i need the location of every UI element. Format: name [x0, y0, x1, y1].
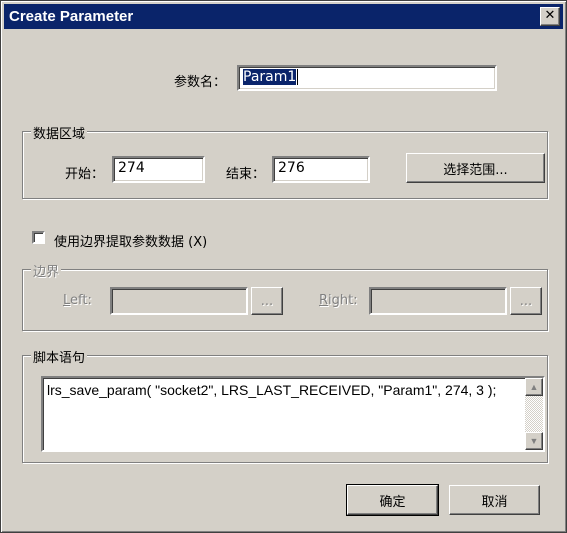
window-title: Create Parameter: [9, 8, 134, 25]
start-input[interactable]: 274: [112, 156, 205, 183]
right-browse-button: ...: [510, 287, 542, 315]
close-button[interactable]: ✕: [540, 7, 560, 26]
script-textarea[interactable]: lrs_save_param( "socket2", LRS_LAST_RECE…: [41, 376, 545, 452]
scroll-down-button[interactable]: ▼: [525, 432, 543, 450]
script-title: 脚本语句: [31, 347, 88, 366]
left-input: [110, 287, 248, 315]
scroll-down-arrow-icon: ▼: [529, 436, 539, 446]
scroll-up-button[interactable]: ▲: [525, 378, 543, 396]
script-text: lrs_save_param( "socket2", LRS_LAST_RECE…: [47, 382, 497, 398]
title-bar[interactable]: Create Parameter ✕: [4, 4, 563, 29]
ok-button[interactable]: 确定: [346, 484, 439, 516]
left-browse-button: ...: [251, 287, 283, 315]
start-label: 开始：: [65, 167, 105, 182]
end-input[interactable]: 276: [272, 156, 370, 183]
end-label: 结束：: [226, 167, 266, 182]
left-label-text: eft:: [70, 293, 92, 308]
use-boundary-label[interactable]: 使用边界提取参数数据 (X): [54, 231, 207, 250]
start-value: 274: [118, 160, 145, 176]
param-name-label: 参数名：: [174, 75, 227, 90]
cancel-button[interactable]: 取消: [449, 485, 540, 515]
select-range-button[interactable]: 选择范围...: [406, 153, 545, 183]
right-input: [369, 287, 507, 315]
param-name-input[interactable]: Param1: [237, 65, 497, 91]
param-name-value: Param1: [243, 69, 297, 85]
boundary-title: 边界: [31, 261, 62, 280]
right-label-text: ight:: [328, 293, 358, 308]
left-label: Left:: [63, 293, 92, 308]
scroll-up-arrow-icon: ▲: [529, 382, 539, 392]
create-parameter-dialog: Create Parameter ✕ 参数名： Param1 数据区域 开始： …: [0, 0, 567, 533]
use-boundary-checkbox[interactable]: [32, 231, 45, 244]
data-region-title: 数据区域: [31, 123, 88, 142]
close-icon: ✕: [544, 8, 556, 23]
end-value: 276: [278, 160, 305, 176]
right-label: Right:: [319, 293, 358, 308]
script-scrollbar[interactable]: ▲ ▼: [525, 378, 543, 450]
